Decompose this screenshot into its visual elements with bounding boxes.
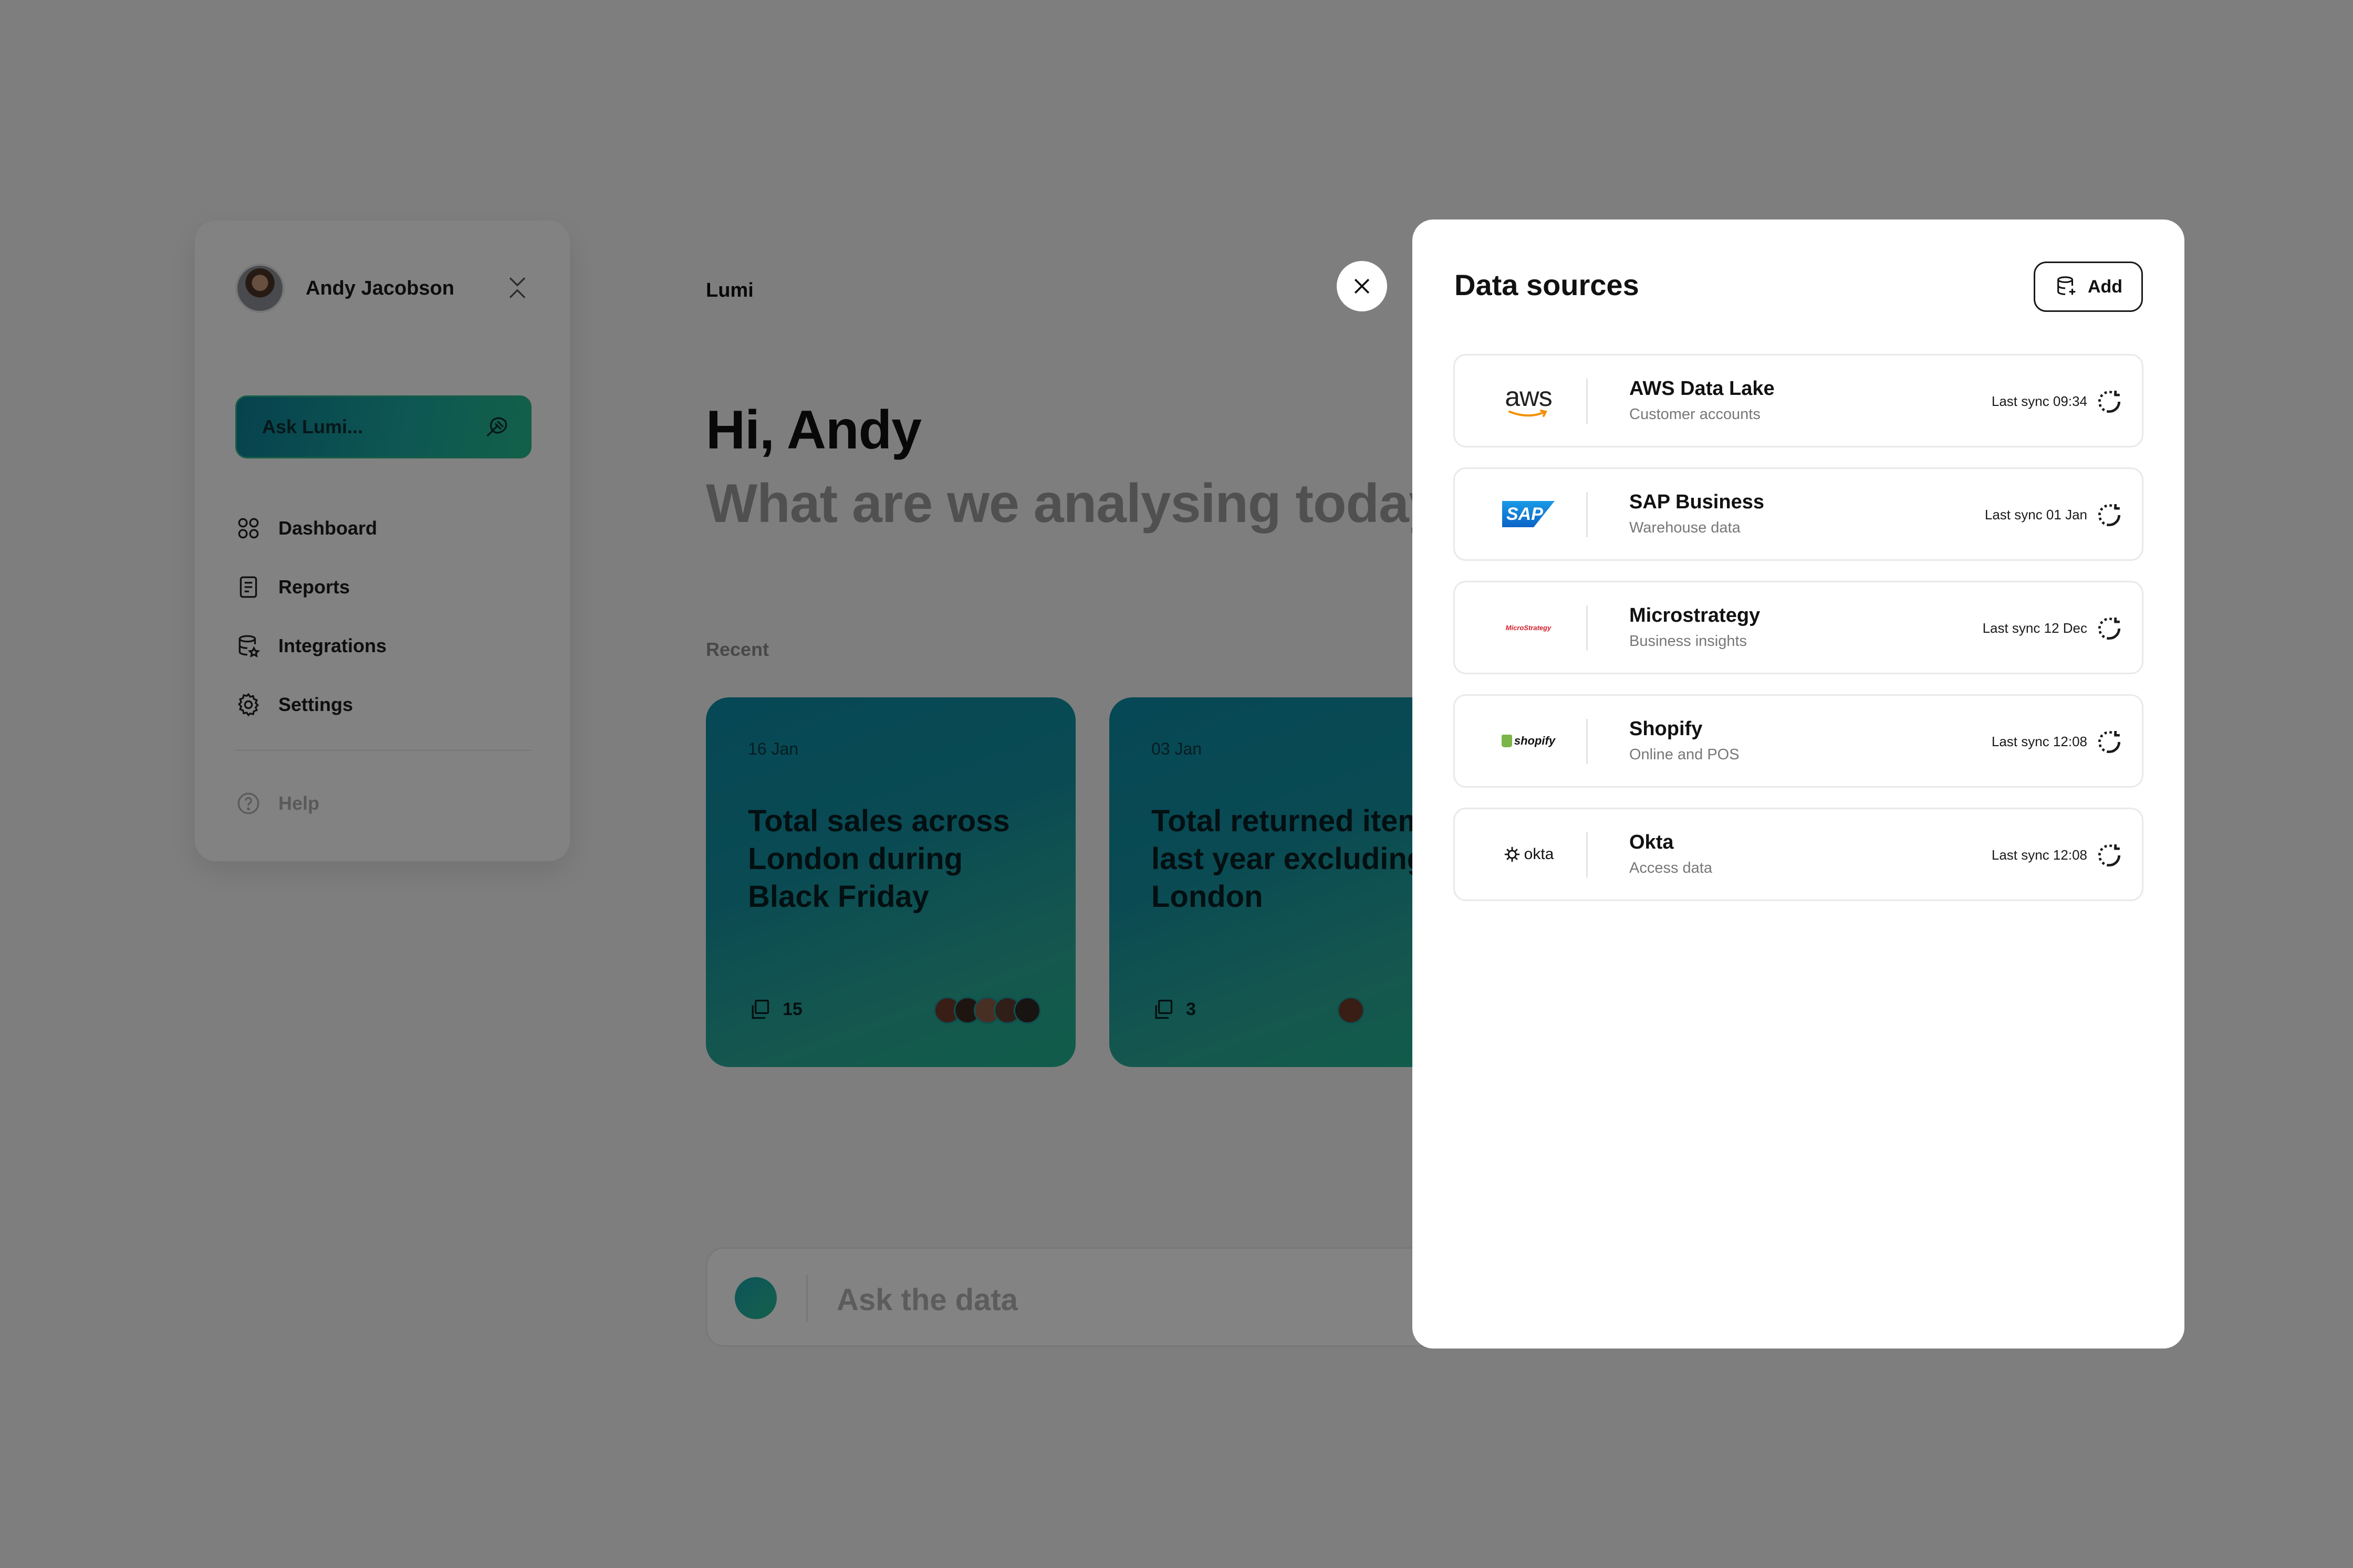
source-last-sync: Last sync 12:08: [1991, 734, 2087, 749]
logo-divider: [1586, 832, 1588, 877]
logo-divider: [1586, 719, 1588, 764]
source-last-sync: Last sync 09:34: [1991, 393, 2087, 409]
sync-icon[interactable]: [2095, 841, 2124, 870]
source-last-sync: Last sync 12 Dec: [1982, 620, 2087, 636]
source-list: aws AWS Data Lake Customer accounts Last…: [1453, 354, 2143, 921]
add-label: Add: [2087, 276, 2123, 297]
source-description: Warehouse data: [1629, 519, 1741, 536]
sync-icon[interactable]: [2095, 387, 2124, 416]
source-description: Online and POS: [1629, 746, 1740, 763]
microstrategy-logo-text: MicroStrategy: [1505, 623, 1552, 632]
source-name: AWS Data Lake: [1629, 378, 1775, 400]
sync-icon[interactable]: [2095, 727, 2124, 757]
source-item-aws[interactable]: aws AWS Data Lake Customer accounts Last…: [1453, 354, 2143, 447]
aws-logo-text: aws: [1505, 382, 1552, 412]
okta-sunburst-icon: [1504, 846, 1519, 862]
source-last-sync: Last sync 01 Jan: [1984, 507, 2087, 522]
source-name: SAP Business: [1629, 491, 1764, 513]
source-item-microstrategy[interactable]: MicroStrategy Microstrategy Business ins…: [1453, 581, 2143, 674]
close-icon: [1354, 278, 1370, 294]
shopify-logo: shopify: [1476, 714, 1581, 768]
microstrategy-logo: MicroStrategy: [1476, 600, 1581, 655]
okta-logo-text: okta: [1524, 845, 1554, 863]
sync-icon[interactable]: [2095, 500, 2124, 530]
database-add-icon: [2057, 276, 2076, 295]
sap-logo: SAP: [1476, 487, 1581, 541]
source-item-shopify[interactable]: shopify Shopify Online and POS Last sync…: [1453, 694, 2143, 788]
source-name: Shopify: [1629, 718, 1703, 740]
sap-logo-text: SAP: [1502, 501, 1555, 527]
data-sources-panel: Data sources Add aws AWS Data Lake Custo…: [1412, 219, 2184, 1349]
add-source-button[interactable]: Add: [2034, 262, 2143, 312]
shopify-logo-text: shopify: [1514, 734, 1556, 747]
source-description: Access data: [1629, 860, 1712, 876]
logo-divider: [1586, 605, 1588, 651]
source-last-sync: Last sync 12:08: [1991, 847, 2087, 863]
close-button[interactable]: [1337, 261, 1387, 311]
okta-logo: okta: [1476, 827, 1581, 882]
source-name: Microstrategy: [1629, 604, 1761, 626]
source-description: Business insights: [1629, 633, 1747, 650]
source-name: Okta: [1629, 831, 1674, 853]
sync-icon[interactable]: [2095, 614, 2124, 643]
logo-divider: [1586, 492, 1588, 537]
logo-divider: [1586, 379, 1588, 424]
aws-logo: aws: [1476, 373, 1581, 428]
source-item-sap[interactable]: SAP SAP Business Warehouse data Last syn…: [1453, 467, 2143, 561]
source-description: Customer accounts: [1629, 406, 1761, 423]
panel-title: Data sources: [1454, 268, 1639, 301]
shopify-bag-icon: [1501, 735, 1512, 747]
source-item-okta[interactable]: okta Okta Access data Last sync 12:08: [1453, 808, 2143, 901]
